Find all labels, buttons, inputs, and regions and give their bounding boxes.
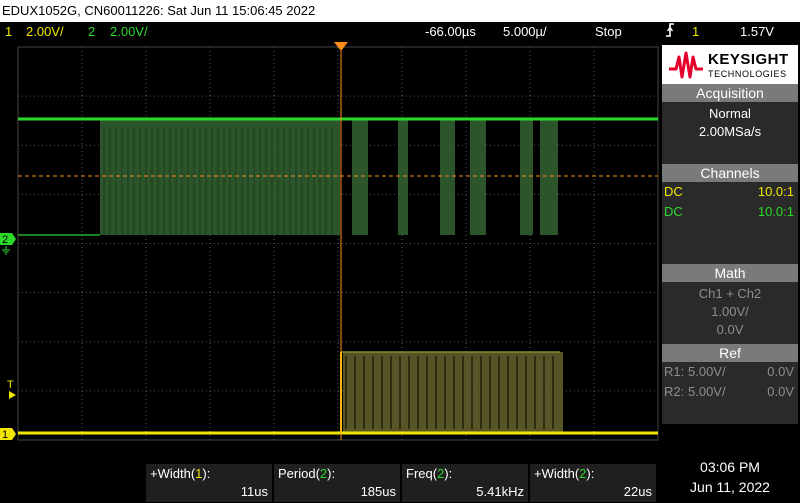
acquisition-header[interactable]: Acquisition	[662, 84, 798, 102]
measurement-value: 185us	[360, 484, 396, 499]
ch2-scale[interactable]: 2.00V/	[110, 22, 148, 42]
ch2-marker-label: 2	[2, 234, 8, 246]
measurement-bar: +Width(1): 11us Period(2): 185us Freq(2)…	[0, 459, 800, 503]
measurement-freq-ch2[interactable]: Freq(2): 5.41kHz	[402, 464, 528, 502]
measurement-value: 11us	[240, 484, 268, 499]
status-bar: 1 2.00V/ 2 2.00V/ -66.00µs 5.000µ/ Stop …	[0, 22, 800, 42]
ch1-waveform	[18, 351, 658, 435]
side-panel: KEYSIGHT TECHNOLOGIES Acquisition Normal…	[660, 42, 800, 462]
trigger-source[interactable]: 1	[692, 22, 699, 42]
measurement-label: Freq(2):	[406, 466, 453, 481]
trigger-arrow-icon	[9, 391, 16, 399]
acquisition-rate: 2.00MSa/s	[698, 124, 762, 139]
ch2-coupling: DC	[664, 204, 683, 219]
ch1-marker-label: 1	[2, 429, 8, 441]
logo-name: KEYSIGHT	[708, 51, 789, 68]
time-offset[interactable]: -66.00µs	[425, 22, 476, 42]
measurement-width-ch2[interactable]: +Width(2): 22us	[530, 464, 656, 502]
waveform-display[interactable]: 2 1 T	[0, 42, 660, 462]
ref2-name: R2:	[664, 384, 685, 399]
measurement-value: 22us	[623, 484, 652, 499]
ref2-scale: 5.00V/	[688, 384, 726, 399]
title-bar-text: EDUX1052G, CN60011226: Sat Jun 11 15:06:…	[2, 3, 316, 18]
ch2-waveform	[18, 117, 658, 236]
clock-date: Jun 11, 2022	[690, 479, 770, 495]
measurement-width-ch1[interactable]: +Width(1): 11us	[146, 464, 272, 502]
keysight-logo: KEYSIGHT TECHNOLOGIES	[662, 45, 798, 85]
measurement-label: Period(2):	[278, 466, 336, 481]
channels-panel: DC 10.0:1 DC 10.0:1	[662, 182, 798, 264]
math-scale: 1.00V/	[711, 304, 749, 319]
ref-panel: R1: 5.00V/ 0.0V R2: 5.00V/ 0.0V	[662, 362, 798, 424]
ground-icon	[2, 246, 10, 255]
measurement-period-ch2[interactable]: Period(2): 185us	[274, 464, 400, 502]
trigger-marker-label: T	[7, 379, 14, 391]
channels-header[interactable]: Channels	[662, 164, 798, 182]
time-scale[interactable]: 5.000µ/	[503, 22, 547, 42]
logo-sub: TECHNOLOGIES	[708, 69, 787, 79]
keysight-wave-icon	[669, 51, 703, 79]
math-panel: Ch1 + Ch2 1.00V/ 0.0V	[662, 282, 798, 344]
math-header[interactable]: Math	[662, 264, 798, 282]
ref1-scale: 5.00V/	[688, 364, 726, 379]
acquisition-panel: Normal 2.00MSa/s	[662, 102, 798, 164]
ch2-ground-marker[interactable]: 2	[0, 233, 16, 255]
ch2-probe: 10.0:1	[757, 204, 794, 219]
ch2-number[interactable]: 2	[88, 22, 95, 42]
trigger-level-marker[interactable]: T	[7, 379, 16, 399]
math-offset: 0.0V	[716, 322, 744, 337]
trigger-level[interactable]: 1.57V	[740, 22, 774, 42]
ref2-offset: 0.0V	[767, 384, 794, 399]
clock-time: 03:06 PM	[700, 459, 760, 475]
ch1-ground-marker[interactable]: 1	[0, 428, 16, 441]
measurement-label: +Width(1):	[150, 466, 211, 481]
title-bar: EDUX1052G, CN60011226: Sat Jun 11 15:06:…	[0, 0, 800, 22]
ref1-name: R1:	[664, 364, 685, 379]
ch1-scale[interactable]: 2.00V/	[26, 22, 64, 42]
math-function: Ch1 + Ch2	[698, 286, 762, 301]
acquisition-mode: Normal	[709, 106, 751, 121]
clock: 03:06 PM Jun 11, 2022	[660, 459, 800, 503]
ch1-coupling: DC	[664, 184, 683, 199]
run-state[interactable]: Stop	[595, 22, 622, 42]
measurement-value: 5.41kHz	[476, 484, 524, 499]
ref-header[interactable]: Ref	[662, 344, 798, 362]
ch1-number[interactable]: 1	[5, 22, 12, 42]
ref1-offset: 0.0V	[767, 364, 794, 379]
measurement-label: +Width(2):	[534, 466, 595, 481]
ch1-probe: 10.0:1	[757, 184, 794, 199]
